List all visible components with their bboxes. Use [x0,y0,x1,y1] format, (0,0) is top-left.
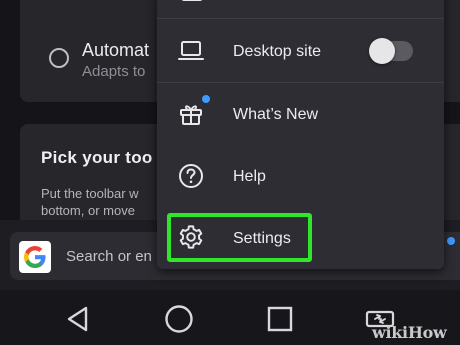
menu-item-help[interactable]: Help [233,168,266,186]
home-circle-icon[interactable] [164,304,194,334]
toolbar-section-title: Pick your too [41,148,153,167]
settings-highlight-box [167,213,312,262]
menu-divider [157,18,444,19]
whats-new-badge [202,95,210,103]
google-g-icon[interactable] [19,241,51,273]
menu-item-whats-new[interactable]: What’s New [233,106,318,124]
automatic-option-subtitle: Adapts to [82,63,146,80]
menu-divider [157,82,444,83]
help-circle-icon [179,164,203,188]
notification-dot [447,237,455,245]
automatic-radio-button[interactable] [49,48,69,68]
menu-item-partial-icon [181,0,203,1]
back-triangle-icon[interactable] [64,305,92,333]
automatic-option-title[interactable]: Automat [82,40,149,61]
toolbar-section-description: Put the toolbar w bottom, or move [41,186,139,218]
search-input[interactable]: Search or en [66,248,152,265]
laptop-icon [178,41,204,60]
gift-icon [180,105,202,125]
menu-item-desktop-site[interactable]: Desktop site [233,43,321,61]
wikihow-watermark: wikiHow [372,323,447,342]
recents-square-icon[interactable] [266,305,294,333]
desktop-site-toggle-knob[interactable] [369,38,395,64]
